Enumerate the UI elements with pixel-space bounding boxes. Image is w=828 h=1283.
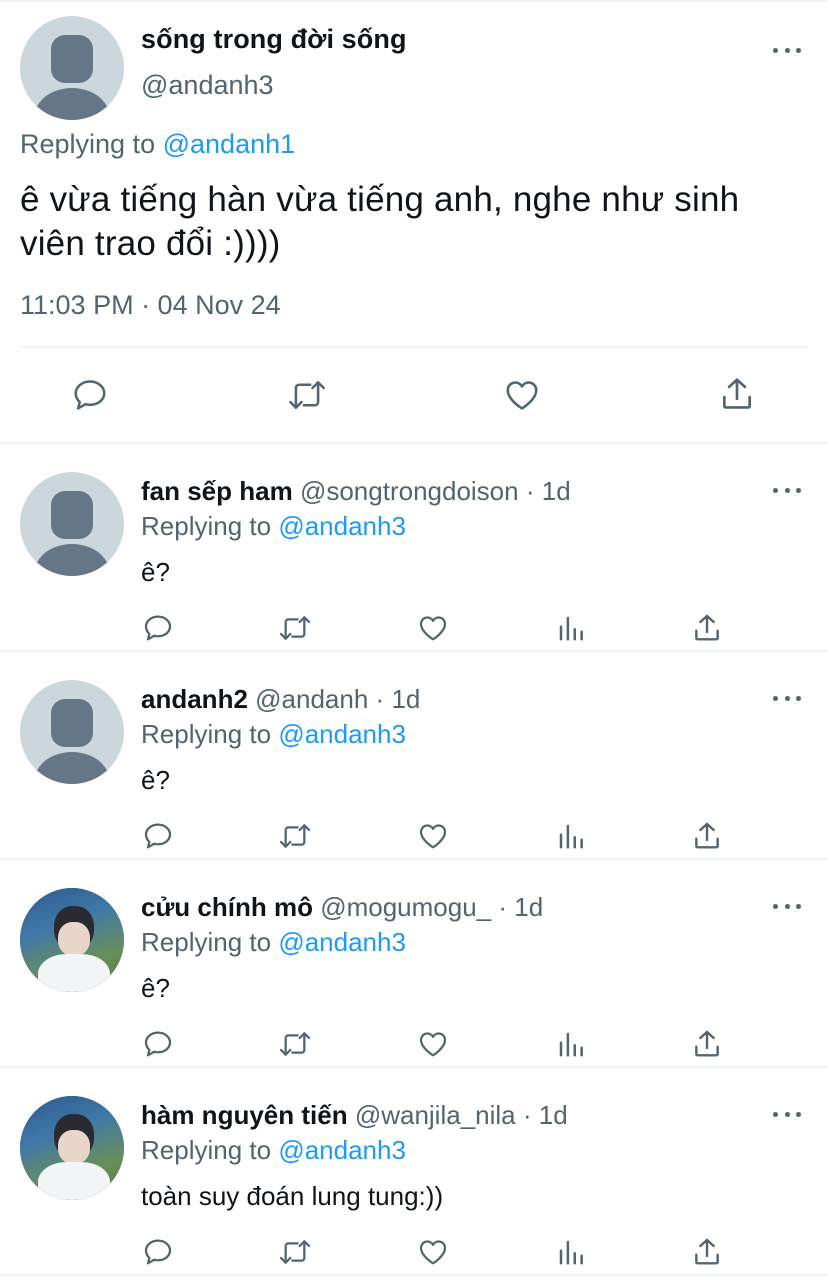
like-icon[interactable] [416,612,450,644]
avatar-body-shape [34,752,110,784]
replying-to-label: Replying to [141,1135,272,1165]
retweet-icon[interactable] [276,1028,314,1060]
replying-to-label: Replying to [141,511,272,541]
retweet-icon[interactable] [286,376,328,414]
author-name[interactable]: fan sếp ham [141,476,293,506]
reply-header: hàm nguyên tiến @wanjila_nila · 1d [141,1100,568,1131]
avatar-head-shape [51,35,93,83]
reply-time[interactable]: 1d [542,476,571,506]
replying-to-link[interactable]: @andanh3 [278,927,406,957]
author-name[interactable]: andanh2 [141,684,248,714]
reply-text: ê? [141,765,170,795]
reply-header: andanh2 @andanh · 1d [141,684,420,715]
author-handle[interactable]: @andanh3 [141,70,274,101]
retweet-icon[interactable] [276,1236,314,1268]
reply-icon[interactable] [141,820,175,852]
tweet-text: ê vừa tiếng hàn vừa tiếng anh, nghe như … [20,180,740,263]
like-icon[interactable] [416,820,450,852]
like-icon[interactable] [502,376,542,414]
analytics-icon[interactable] [556,1028,586,1060]
main-tweet: sống trong đời sống @andanh3 Replying to… [0,0,828,444]
like-icon[interactable] [416,1236,450,1268]
separator-dot: · [522,1100,532,1130]
reply-tweet[interactable]: andanh2 @andanh · 1d Replying to @andanh… [0,652,828,860]
share-icon[interactable] [718,374,756,414]
reply-time[interactable]: 1d [514,892,543,922]
reply-time[interactable]: 1d [539,1100,568,1130]
more-options-icon[interactable] [773,485,801,495]
share-icon[interactable] [691,820,723,852]
replying-to-line: Replying to @andanh3 [141,511,406,542]
reply-header: cửu chính mô @mogumogu_ · 1d [141,892,543,923]
share-icon[interactable] [691,612,723,644]
reply-header: fan sếp ham @songtrongdoison · 1d [141,476,571,507]
replying-to-link[interactable]: @andanh1 [163,129,296,159]
avatar-shirt-shape [38,1162,110,1200]
more-options-icon[interactable] [773,1109,801,1119]
share-icon[interactable] [691,1028,723,1060]
avatar[interactable] [20,472,124,576]
reply-tweet[interactable]: fan sếp ham @songtrongdoison · 1d Replyi… [0,444,828,652]
reply-tweet[interactable]: cửu chính mô @mogumogu_ · 1d Replying to… [0,860,828,1068]
avatar[interactable] [20,888,124,992]
retweet-icon[interactable] [276,612,314,644]
avatar-head-shape [51,699,93,747]
analytics-icon[interactable] [556,612,586,644]
separator-dot: · [375,684,385,714]
avatar-shirt-shape [38,954,110,992]
separator-dot: · [498,892,508,922]
reply-icon[interactable] [141,1028,175,1060]
reply-text: ê? [141,557,170,587]
reply-text: toàn suy đoán lung tung:)) [141,1181,444,1211]
avatar-body-shape [34,88,110,120]
author-name[interactable]: hàm nguyên tiến [141,1100,348,1130]
replying-to-line: Replying to @andanh3 [141,1135,406,1166]
avatar-face-shape [58,922,90,956]
replying-to-label: Replying to [20,129,156,159]
more-options-icon[interactable] [773,901,801,911]
replying-to-label: Replying to [141,927,272,957]
author-handle[interactable]: @wanjila_nila [355,1100,516,1130]
author-handle[interactable]: @mogumogu_ [320,892,491,922]
author-name[interactable]: cửu chính mô [141,892,313,922]
avatar[interactable] [20,680,124,784]
replying-to-line: Replying to @andanh3 [141,927,406,958]
divider [20,346,808,348]
replying-to-line: Replying to @andanh3 [141,719,406,750]
author-handle[interactable]: @andanh [255,684,368,714]
replying-to-link[interactable]: @andanh3 [278,719,406,749]
reply-tweet[interactable]: hàm nguyên tiến @wanjila_nila · 1d Reply… [0,1068,828,1276]
author-handle[interactable]: @songtrongdoison [300,476,519,506]
avatar[interactable] [20,16,124,120]
reply-icon[interactable] [141,1236,175,1268]
replying-to-link[interactable]: @andanh3 [278,511,406,541]
avatar-head-shape [51,491,93,539]
tweet-timestamp[interactable]: 11:03 PM · 04 Nov 24 [20,290,281,321]
more-options-icon[interactable] [773,45,801,55]
avatar-face-shape [58,1130,90,1164]
author-name[interactable]: sống trong đời sống [141,24,407,55]
reply-time[interactable]: 1d [391,684,420,714]
replying-to-label: Replying to [141,719,272,749]
avatar[interactable] [20,1096,124,1200]
analytics-icon[interactable] [556,1236,586,1268]
reply-icon[interactable] [71,376,109,414]
replying-to-link[interactable]: @andanh3 [278,1135,406,1165]
reply-text: ê? [141,973,170,1003]
analytics-icon[interactable] [556,820,586,852]
separator-dot: · [525,476,535,506]
avatar-body-shape [34,544,110,576]
replying-to-line: Replying to @andanh1 [20,129,295,160]
retweet-icon[interactable] [276,820,314,852]
reply-icon[interactable] [141,612,175,644]
share-icon[interactable] [691,1236,723,1268]
like-icon[interactable] [416,1028,450,1060]
more-options-icon[interactable] [773,693,801,703]
